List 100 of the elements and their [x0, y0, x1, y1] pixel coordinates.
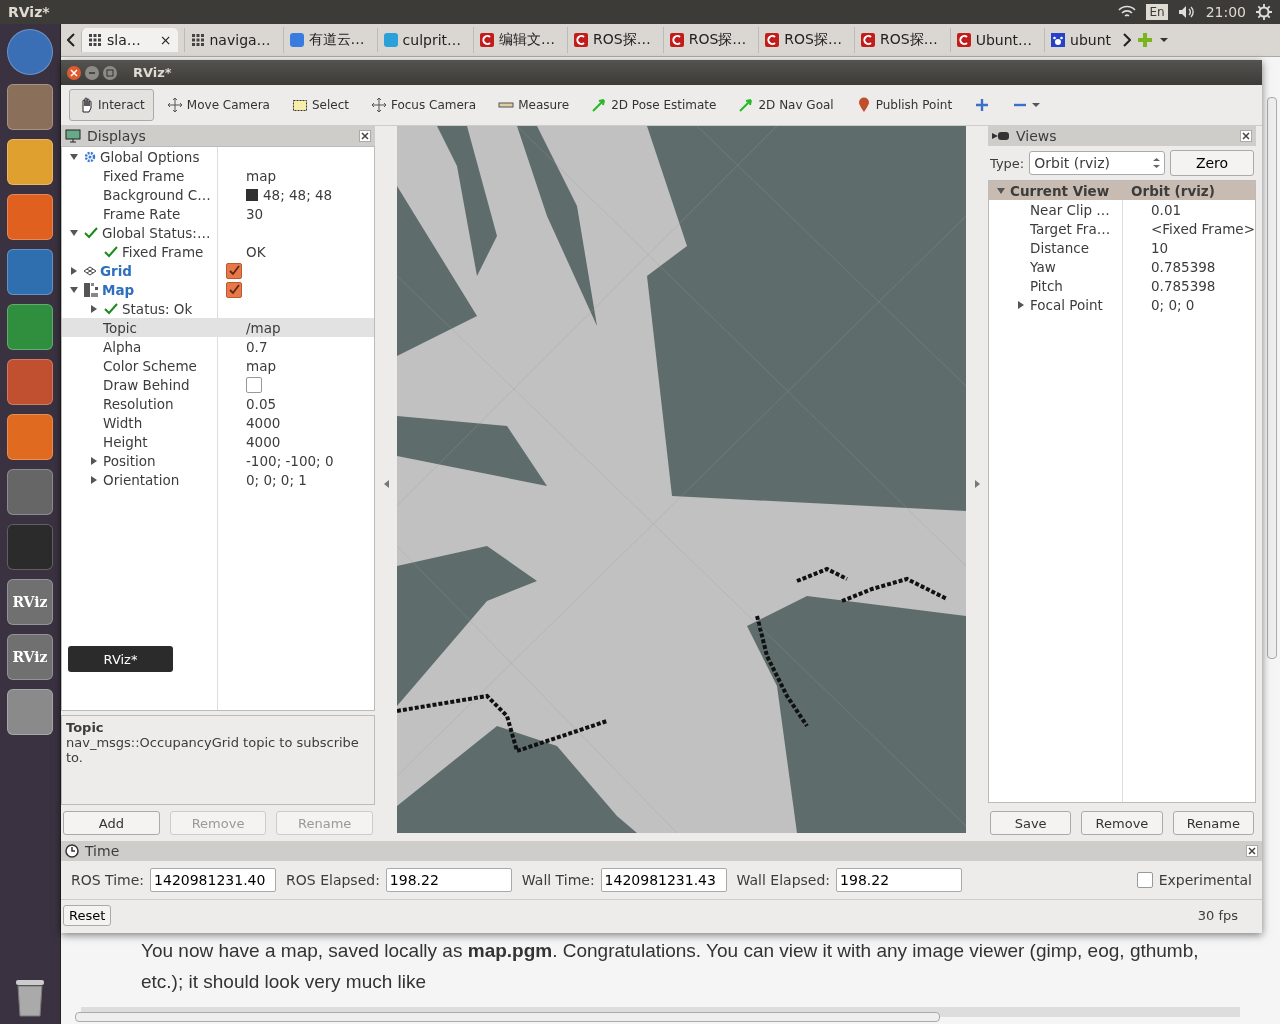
property-name: Global Options — [100, 148, 200, 165]
expanded-arrow-icon[interactable] — [70, 152, 78, 161]
panel-button[interactable]: Remove — [1081, 811, 1163, 835]
panel-button[interactable]: Rename — [1172, 811, 1254, 835]
launcher-icon[interactable] — [7, 83, 53, 130]
browser-tab[interactable]: sla… × — [81, 28, 178, 52]
tool-button[interactable]: 2D Nav Goal — [729, 89, 843, 121]
tree-row[interactable]: Yaw 0.785398 — [989, 257, 1255, 276]
horizontal-scrollbar[interactable] — [75, 1012, 940, 1022]
view-type-dropdown[interactable]: Orbit (rviz) — [1029, 151, 1165, 175]
tree-row[interactable]: Color Scheme map — [62, 356, 374, 375]
time-field[interactable]: 198.22 — [385, 868, 512, 892]
tree-row[interactable]: Distance 10 — [989, 238, 1255, 257]
tool-button[interactable]: Measure — [489, 89, 579, 121]
spinner-arrows-icon[interactable] — [1153, 157, 1160, 169]
checkbox[interactable] — [1136, 872, 1153, 888]
panel-button[interactable]: Add — [63, 811, 160, 835]
tool-button[interactable]: Select — [282, 89, 358, 121]
tree-row[interactable]: Frame Rate 30 — [62, 204, 374, 223]
close-icon[interactable] — [1246, 845, 1258, 857]
volume-icon[interactable] — [1177, 5, 1196, 19]
tree-row[interactable]: Grid — [62, 261, 374, 280]
tree-row[interactable]: Topic /map — [62, 318, 374, 337]
tree-row[interactable]: Draw Behind — [62, 375, 374, 394]
tree-row[interactable]: Global Status:… — [62, 223, 374, 242]
collapse-left-arrow-icon[interactable] — [383, 479, 389, 488]
launcher-icon[interactable]: RViz — [7, 578, 53, 625]
close-window-button[interactable] — [67, 65, 81, 80]
settings-icon[interactable] — [1256, 4, 1272, 20]
launcher-icon[interactable] — [7, 688, 53, 735]
tree-row[interactable]: Focal Point 0; 0; 0 — [989, 295, 1255, 314]
time-field[interactable]: 1420981231.40 — [150, 868, 277, 892]
tree-row[interactable]: Background C… 48; 48; 48 — [62, 185, 374, 204]
tree-row[interactable]: Status: Ok — [62, 299, 374, 318]
browser-tab[interactable]: Ubunt… — [949, 28, 1038, 52]
chevron-left-icon[interactable] — [67, 33, 75, 47]
tool-button[interactable]: 2D Pose Estimate — [582, 89, 726, 121]
tool-button[interactable]: Publish Point — [846, 89, 962, 121]
launcher-icon[interactable] — [7, 303, 53, 350]
launcher-icon[interactable] — [7, 138, 53, 185]
zero-button[interactable]: Zero — [1170, 150, 1254, 176]
tree-row[interactable]: Fixed Frame OK — [62, 242, 374, 261]
browser-tab[interactable]: naviga… — [183, 28, 277, 52]
expanded-arrow-icon[interactable] — [70, 228, 78, 237]
tree-row[interactable]: Resolution 0.05 — [62, 394, 374, 413]
checkbox[interactable] — [246, 376, 262, 393]
tree-row[interactable]: Orientation 0; 0; 0; 1 — [62, 470, 374, 489]
expanded-arrow-icon[interactable] — [70, 285, 78, 294]
tree-row[interactable]: Fixed Frame map — [62, 166, 374, 185]
checkbox[interactable] — [226, 281, 242, 298]
collapse-right-arrow-icon[interactable] — [974, 479, 980, 488]
tree-row[interactable]: Position -100; -100; 0 — [62, 451, 374, 470]
tree-row[interactable]: Alpha 0.7 — [62, 337, 374, 356]
tree-row[interactable]: Width 4000 — [62, 413, 374, 432]
tree-row[interactable]: Global Options — [62, 147, 374, 166]
launcher-icon[interactable] — [7, 358, 53, 405]
launcher-icon[interactable]: RViz — [7, 633, 53, 680]
tab-menu-caret-icon[interactable] — [1159, 37, 1169, 43]
tree-row[interactable]: Target Fra… <Fixed Frame> — [989, 219, 1255, 238]
launcher-icon[interactable] — [7, 468, 53, 515]
launcher-icon[interactable] — [7, 413, 53, 460]
checkbox[interactable] — [226, 262, 242, 279]
collapsed-arrow-icon[interactable] — [90, 475, 98, 484]
launcher-icon[interactable] — [7, 193, 53, 240]
browser-tab[interactable]: 有道云… — [282, 27, 371, 53]
launcher-icon[interactable] — [7, 248, 53, 295]
browser-tab[interactable]: ROS探… — [567, 27, 657, 53]
tool-button[interactable]: Focus Camera — [361, 89, 486, 121]
browser-tab[interactable]: ROS探… — [854, 27, 944, 53]
collapsed-arrow-icon[interactable] — [90, 304, 98, 313]
tree-row[interactable]: Pitch 0.785398 — [989, 276, 1255, 295]
close-icon[interactable] — [1240, 130, 1252, 142]
wifi-icon[interactable] — [1118, 5, 1137, 19]
tool-button[interactable]: Move Camera — [157, 89, 279, 121]
launcher-icon[interactable] — [7, 28, 53, 75]
browser-tab[interactable]: ROS探… — [758, 27, 848, 53]
tree-row[interactable]: Current View Orbit (rviz) — [989, 181, 1255, 200]
panel-button[interactable]: Save — [990, 811, 1072, 835]
maximize-button[interactable] — [103, 65, 117, 80]
time-field[interactable]: 1420981231.43 — [600, 868, 727, 892]
browser-tab[interactable]: ROS探… — [662, 27, 753, 53]
tree-row[interactable]: Near Clip … 0.01 — [989, 200, 1255, 219]
reset-button[interactable]: Reset — [63, 904, 112, 926]
collapsed-arrow-icon[interactable] — [1017, 300, 1025, 309]
collapsed-arrow-icon[interactable] — [70, 266, 78, 275]
keyboard-indicator[interactable]: En — [1146, 4, 1168, 20]
clock[interactable]: 21:00 — [1205, 4, 1246, 20]
close-icon[interactable] — [359, 130, 371, 142]
tree-row[interactable]: Map — [62, 280, 374, 299]
time-field[interactable]: 198.22 — [836, 868, 963, 892]
collapsed-arrow-icon[interactable] — [90, 456, 98, 465]
vertical-scrollbar[interactable] — [1267, 97, 1277, 659]
browser-tab[interactable]: culprit… — [376, 28, 468, 52]
browser-tab[interactable]: 编辑文… — [473, 27, 562, 53]
tool-button[interactable]: Interact — [69, 89, 154, 121]
expanded-arrow-icon[interactable] — [997, 186, 1005, 195]
browser-tab[interactable]: ubunt — [1044, 28, 1117, 52]
chevron-right-icon[interactable] — [1123, 33, 1131, 47]
property-name: Height — [103, 433, 148, 450]
tree-row[interactable]: Height 4000 — [62, 432, 374, 451]
